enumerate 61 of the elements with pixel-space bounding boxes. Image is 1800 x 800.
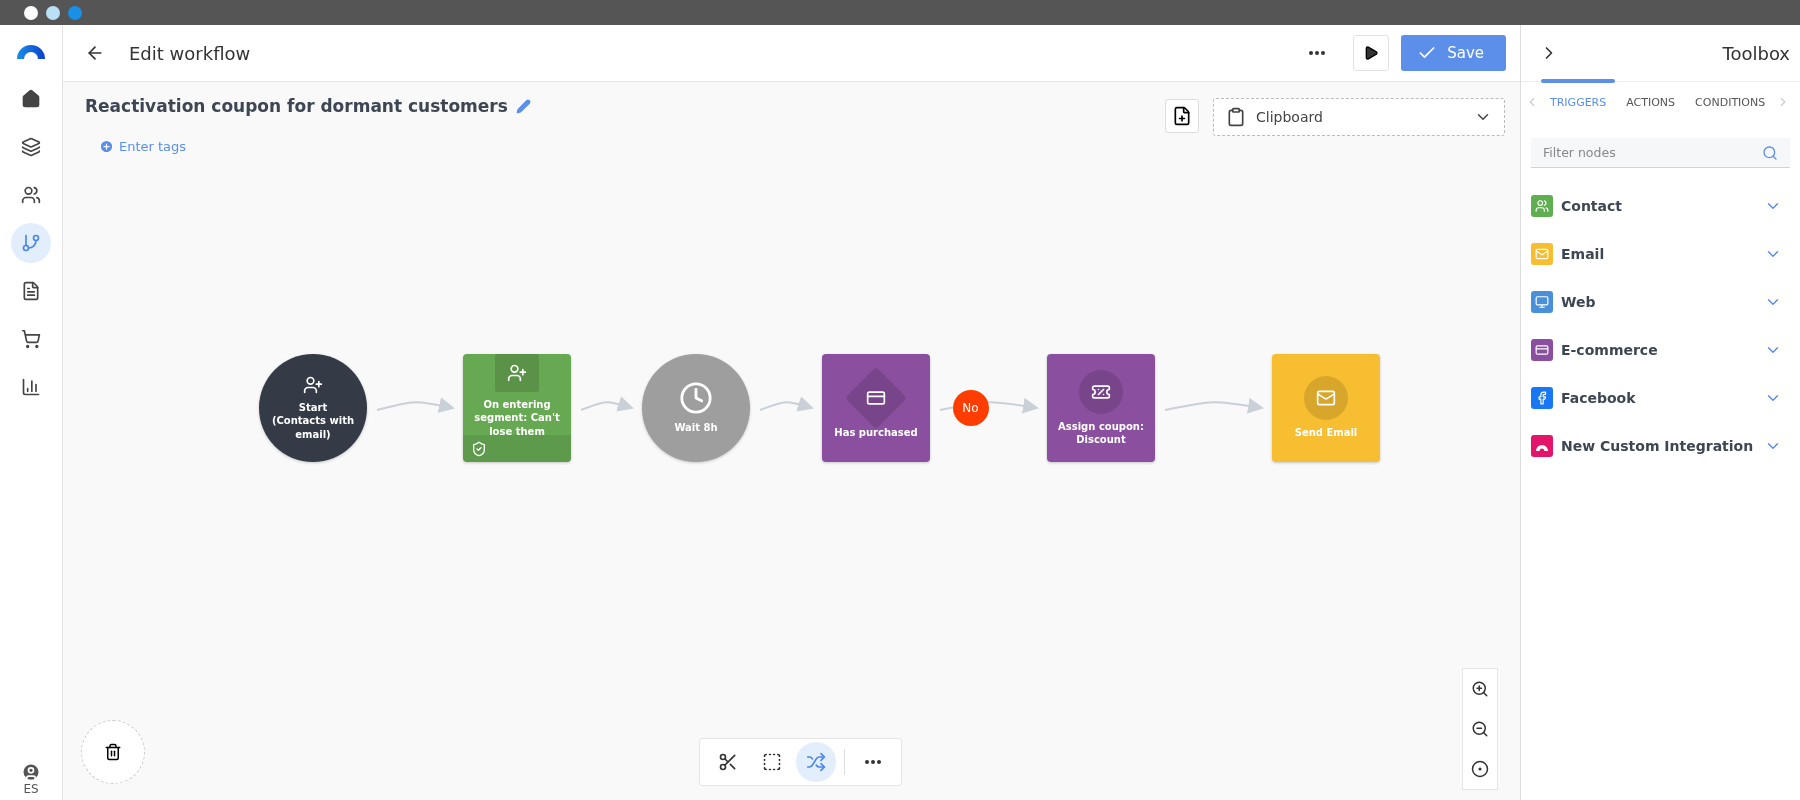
user-icon[interactable]	[21, 762, 41, 782]
window-dot[interactable]	[68, 5, 82, 20]
category-item[interactable]: E-commerce	[1521, 326, 1800, 374]
dots-icon	[1309, 51, 1326, 55]
search-icon	[1762, 145, 1778, 161]
mail-icon	[1316, 388, 1336, 409]
filter-field[interactable]: Filter nodes	[1531, 138, 1790, 168]
scissors-icon	[718, 752, 738, 772]
dots-icon	[865, 760, 881, 764]
home-icon	[21, 89, 41, 109]
trash-icon	[104, 743, 122, 761]
category-item[interactable]: Email	[1521, 230, 1800, 278]
page-title: Edit workflow	[129, 42, 252, 64]
clipboard-icon	[1226, 107, 1246, 127]
shuffle-button[interactable]	[796, 742, 836, 782]
tab[interactable]: CONDITIONS	[1686, 82, 1775, 122]
tab[interactable]: ACTIONS	[1617, 82, 1685, 122]
node-label: On entering segment: Can't lose them	[473, 397, 561, 438]
branch-badge: No	[952, 390, 989, 426]
panel-title: Toolbox	[1722, 42, 1790, 64]
branch-icon	[21, 233, 41, 253]
document-icon	[21, 281, 41, 301]
workflow-node[interactable]: Has purchased	[822, 354, 930, 462]
zoom-out-icon	[1471, 720, 1489, 738]
play-button[interactable]	[1353, 35, 1390, 71]
play-icon	[1363, 45, 1380, 61]
bar-chart-icon	[21, 377, 41, 397]
add-file-icon	[1172, 106, 1192, 126]
target-icon	[1471, 760, 1489, 778]
window-dot[interactable]	[46, 5, 60, 20]
node-label: Send Email	[1293, 426, 1359, 440]
connector-arrow	[759, 396, 814, 412]
workflow-node[interactable]: Assign coupon: Discount	[1047, 354, 1155, 462]
node-label: Assign coupon: Discount	[1057, 419, 1145, 447]
category-item[interactable]: Facebook	[1521, 374, 1800, 422]
edit-icon[interactable]	[515, 98, 531, 114]
shuffle-icon	[806, 752, 826, 772]
clipboard-dropdown[interactable]: Clipboard	[1213, 98, 1505, 136]
node-label: Start (Contacts with email)	[270, 400, 356, 442]
connector-arrow	[580, 396, 634, 412]
add-person-icon	[507, 362, 527, 383]
category-item[interactable]: New Custom Integration	[1521, 422, 1800, 470]
window-dot[interactable]	[24, 5, 38, 20]
workflow-name: Reactivation coupon for dormant customers	[85, 96, 508, 116]
logo-icon	[17, 43, 45, 59]
clock-icon	[679, 381, 713, 416]
cart-icon	[21, 329, 41, 349]
add-people-icon	[303, 374, 323, 395]
category-item[interactable]: Contact	[1521, 182, 1800, 230]
plus-icon	[99, 139, 114, 154]
shield-icon	[471, 440, 487, 457]
layers-icon	[21, 137, 41, 157]
people-icon	[21, 185, 41, 205]
category-item[interactable]: Web	[1521, 278, 1800, 326]
zoom-in-icon	[1471, 680, 1489, 698]
workflow-node[interactable]: Start (Contacts with email)	[259, 354, 367, 462]
node-label: Wait 8h	[673, 421, 719, 435]
select-icon	[762, 752, 782, 772]
node-label: Has purchased	[833, 426, 919, 440]
language-label: ES	[23, 782, 39, 796]
add-document-button[interactable]	[1165, 99, 1199, 133]
